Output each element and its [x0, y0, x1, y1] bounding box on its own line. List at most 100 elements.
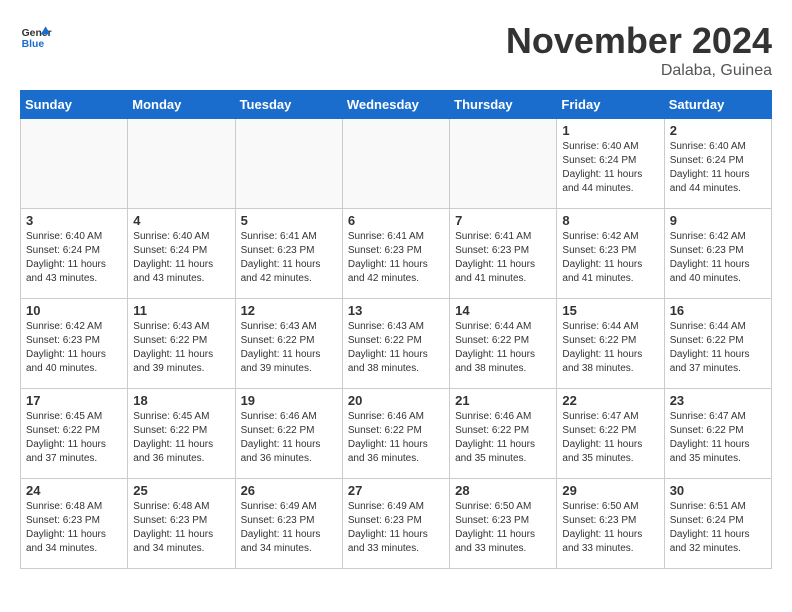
- day-info: Sunrise: 6:41 AMSunset: 6:23 PMDaylight:…: [241, 230, 337, 286]
- day-number: 24: [26, 483, 122, 498]
- calendar-table: SundayMondayTuesdayWednesdayThursdayFrid…: [20, 90, 772, 569]
- calendar-cell: 14Sunrise: 6:44 AMSunset: 6:22 PMDayligh…: [450, 299, 557, 389]
- calendar-cell: 19 Sunrise: 6:46 AMSunset: 6:22 PMDayligh…: [235, 389, 342, 479]
- calendar-cell: 11 Sunrise: 6:43 AMSunset: 6:22 PMDayligh…: [128, 299, 235, 389]
- day-number: 10: [26, 303, 122, 318]
- calendar-cell: 3 Sunrise: 6:40 AMSunset: 6:24 PMDaylight…: [21, 209, 128, 299]
- calendar-cell: 8 Sunrise: 6:42 AMSunset: 6:23 PMDaylight…: [557, 209, 664, 299]
- day-info: Sunrise: 6:51 AMSunset: 6:24 PMDaylight:…: [670, 500, 766, 556]
- day-number: 19: [241, 393, 337, 408]
- day-info: Sunrise: 6:40 AMSunset: 6:24 PMDaylight:…: [670, 140, 766, 196]
- day-number: 20: [348, 393, 444, 408]
- day-info: Sunrise: 6:45 AMSunset: 6:22 PMDaylight:…: [26, 410, 122, 466]
- calendar-cell: 17 Sunrise: 6:45 AMSunset: 6:22 PMDayligh…: [21, 389, 128, 479]
- day-info: Sunrise: 6:46 AMSunset: 6:22 PMDaylight:…: [241, 410, 337, 466]
- day-info: Sunrise: 6:40 AMSunset: 6:24 PMDaylight:…: [26, 230, 122, 286]
- day-number: 28: [455, 483, 551, 498]
- day-number: 9: [670, 213, 766, 228]
- page-header: General Blue November 2024 Dalaba, Guine…: [20, 20, 772, 80]
- day-info: Sunrise: 6:45 AMSunset: 6:22 PMDaylight:…: [133, 410, 229, 466]
- calendar-cell: 26 Sunrise: 6:49 AMSunset: 6:23 PMDayligh…: [235, 479, 342, 569]
- calendar-cell: 18 Sunrise: 6:45 AMSunset: 6:22 PMDayligh…: [128, 389, 235, 479]
- weekday-header-monday: Monday: [128, 91, 235, 119]
- day-info: Sunrise: 6:44 AMSunset: 6:22 PMDaylight:…: [670, 320, 766, 376]
- day-number: 11: [133, 303, 229, 318]
- calendar-cell: 1 Sunrise: 6:40 AMSunset: 6:24 PMDaylight…: [557, 119, 664, 209]
- day-info: Sunrise: 6:46 AMSunset: 6:22 PMDaylight:…: [455, 410, 551, 466]
- day-info: Sunrise: 6:42 AMSunset: 6:23 PMDaylight:…: [562, 230, 658, 286]
- day-number: 22: [562, 393, 658, 408]
- day-info: Sunrise: 6:41 AMSunset: 6:23 PMDaylight:…: [348, 230, 444, 286]
- day-number: 16: [670, 303, 766, 318]
- calendar-cell: 28 Sunrise: 6:50 AMSunset: 6:23 PMDayligh…: [450, 479, 557, 569]
- day-info: Sunrise: 6:49 AMSunset: 6:23 PMDaylight:…: [348, 500, 444, 556]
- weekday-header-thursday: Thursday: [450, 91, 557, 119]
- svg-text:Blue: Blue: [22, 39, 45, 50]
- day-number: 25: [133, 483, 229, 498]
- weekday-header-row: SundayMondayTuesdayWednesdayThursdayFrid…: [21, 91, 772, 119]
- day-info: Sunrise: 6:43 AMSunset: 6:22 PMDaylight:…: [348, 320, 444, 376]
- day-number: 4: [133, 213, 229, 228]
- calendar-cell: 7Sunrise: 6:41 AMSunset: 6:23 PMDaylight…: [450, 209, 557, 299]
- day-info: Sunrise: 6:49 AMSunset: 6:23 PMDaylight:…: [241, 500, 337, 556]
- calendar-cell: 25 Sunrise: 6:48 AMSunset: 6:23 PMDayligh…: [128, 479, 235, 569]
- day-number: 1: [562, 123, 658, 138]
- weekday-header-tuesday: Tuesday: [235, 91, 342, 119]
- day-number: 26: [241, 483, 337, 498]
- day-number: 17: [26, 393, 122, 408]
- calendar-cell: [235, 119, 342, 209]
- day-info: Sunrise: 6:50 AMSunset: 6:23 PMDaylight:…: [562, 500, 658, 556]
- calendar-cell: 30 Sunrise: 6:51 AMSunset: 6:24 PMDayligh…: [664, 479, 771, 569]
- day-number: 12: [241, 303, 337, 318]
- day-info: Sunrise: 6:40 AMSunset: 6:24 PMDaylight:…: [562, 140, 658, 196]
- calendar-cell: 20 Sunrise: 6:46 AMSunset: 6:22 PMDayligh…: [342, 389, 449, 479]
- day-number: 21: [455, 393, 551, 408]
- calendar-cell: 16 Sunrise: 6:44 AMSunset: 6:22 PMDayligh…: [664, 299, 771, 389]
- day-number: 8: [562, 213, 658, 228]
- day-info: Sunrise: 6:43 AMSunset: 6:22 PMDaylight:…: [133, 320, 229, 376]
- calendar-cell: 23 Sunrise: 6:47 AMSunset: 6:22 PMDayligh…: [664, 389, 771, 479]
- location: Dalaba, Guinea: [506, 62, 772, 80]
- day-number: 15: [562, 303, 658, 318]
- day-number: 27: [348, 483, 444, 498]
- title-block: November 2024 Dalaba, Guinea: [506, 20, 772, 80]
- day-info: Sunrise: 6:43 AMSunset: 6:22 PMDaylight:…: [241, 320, 337, 376]
- calendar-cell: 4 Sunrise: 6:40 AMSunset: 6:24 PMDaylight…: [128, 209, 235, 299]
- day-info: Sunrise: 6:47 AMSunset: 6:22 PMDaylight:…: [562, 410, 658, 466]
- weekday-header-wednesday: Wednesday: [342, 91, 449, 119]
- day-info: Sunrise: 6:44 AMSunset: 6:22 PMDaylight:…: [455, 320, 551, 376]
- day-number: 23: [670, 393, 766, 408]
- day-info: Sunrise: 6:44 AMSunset: 6:22 PMDaylight:…: [562, 320, 658, 376]
- calendar-cell: [21, 119, 128, 209]
- calendar-cell: 9Sunrise: 6:42 AMSunset: 6:23 PMDaylight…: [664, 209, 771, 299]
- day-info: Sunrise: 6:42 AMSunset: 6:23 PMDaylight:…: [26, 320, 122, 376]
- day-number: 29: [562, 483, 658, 498]
- day-info: Sunrise: 6:50 AMSunset: 6:23 PMDaylight:…: [455, 500, 551, 556]
- calendar-cell: 6 Sunrise: 6:41 AMSunset: 6:23 PMDaylight…: [342, 209, 449, 299]
- day-info: Sunrise: 6:40 AMSunset: 6:24 PMDaylight:…: [133, 230, 229, 286]
- calendar-cell: 13Sunrise: 6:43 AMSunset: 6:22 PMDayligh…: [342, 299, 449, 389]
- calendar-cell: 12 Sunrise: 6:43 AMSunset: 6:22 PMDayligh…: [235, 299, 342, 389]
- day-number: 2: [670, 123, 766, 138]
- day-number: 6: [348, 213, 444, 228]
- calendar-cell: 10 Sunrise: 6:42 AMSunset: 6:23 PMDayligh…: [21, 299, 128, 389]
- week-row-5: 24 Sunrise: 6:48 AMSunset: 6:23 PMDayligh…: [21, 479, 772, 569]
- logo: General Blue: [20, 20, 52, 52]
- day-info: Sunrise: 6:46 AMSunset: 6:22 PMDaylight:…: [348, 410, 444, 466]
- day-info: Sunrise: 6:48 AMSunset: 6:23 PMDaylight:…: [133, 500, 229, 556]
- calendar-cell: [342, 119, 449, 209]
- day-info: Sunrise: 6:48 AMSunset: 6:23 PMDaylight:…: [26, 500, 122, 556]
- week-row-4: 17 Sunrise: 6:45 AMSunset: 6:22 PMDayligh…: [21, 389, 772, 479]
- logo-icon: General Blue: [20, 20, 52, 52]
- day-number: 5: [241, 213, 337, 228]
- week-row-2: 3 Sunrise: 6:40 AMSunset: 6:24 PMDaylight…: [21, 209, 772, 299]
- calendar-cell: 22 Sunrise: 6:47 AMSunset: 6:22 PMDayligh…: [557, 389, 664, 479]
- day-info: Sunrise: 6:41 AMSunset: 6:23 PMDaylight:…: [455, 230, 551, 286]
- calendar-cell: 29 Sunrise: 6:50 AMSunset: 6:23 PMDayligh…: [557, 479, 664, 569]
- day-number: 30: [670, 483, 766, 498]
- day-info: Sunrise: 6:47 AMSunset: 6:22 PMDaylight:…: [670, 410, 766, 466]
- day-number: 3: [26, 213, 122, 228]
- weekday-header-saturday: Saturday: [664, 91, 771, 119]
- weekday-header-sunday: Sunday: [21, 91, 128, 119]
- day-number: 18: [133, 393, 229, 408]
